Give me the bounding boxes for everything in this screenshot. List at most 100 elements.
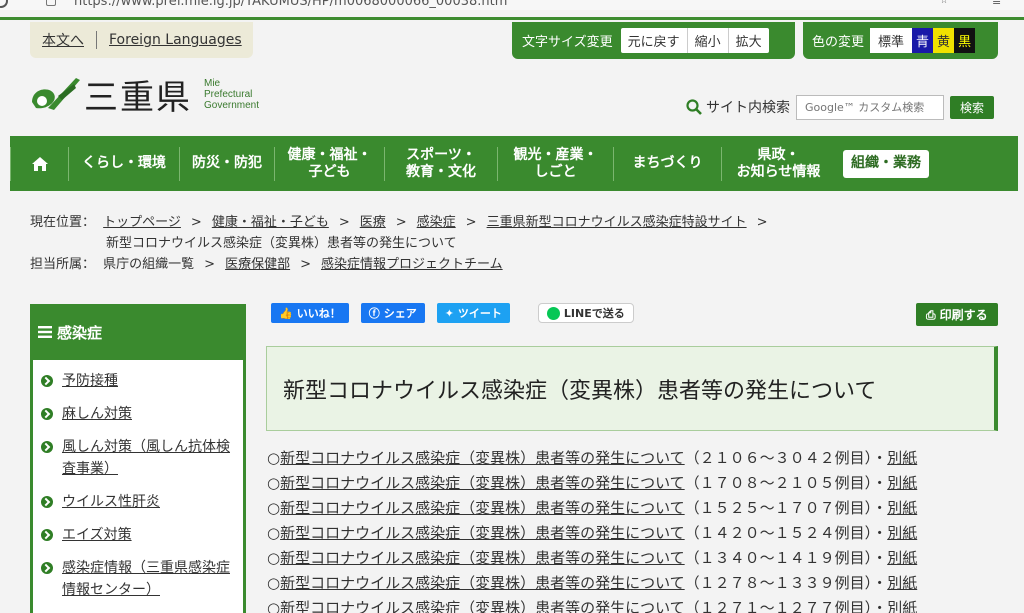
nav-home[interactable]: [10, 146, 68, 181]
case-range: （１４２０～１５２４例目）: [684, 524, 873, 542]
nav-item-govt[interactable]: 県政・ お知らせ情報: [721, 146, 835, 181]
nav-item-town[interactable]: まちづくり: [613, 146, 721, 181]
separator: ・: [872, 574, 888, 592]
list-bullet: ○: [267, 449, 281, 467]
breadcrumb-link[interactable]: 健康・福祉・子ども: [212, 215, 329, 230]
page-title-box: 新型コロナウイルス感染症（変異株）患者等の発生について: [266, 346, 998, 431]
line-label: LINEで送る: [563, 307, 625, 320]
foreign-languages-link[interactable]: Foreign Languages: [109, 32, 242, 48]
nav-item-tourism[interactable]: 観光・産業・ しごと: [497, 146, 613, 181]
sidebar-link[interactable]: 予防接種: [62, 370, 118, 392]
report-link[interactable]: 新型コロナウイルス感染症（変異株）患者等の発生について: [280, 524, 685, 542]
report-link[interactable]: 新型コロナウイルス感染症（変異株）患者等の発生について: [280, 549, 685, 567]
attachment-link[interactable]: 別紙: [887, 524, 917, 542]
font-size-smaller-button[interactable]: 縮小: [686, 28, 728, 53]
sidebar-link[interactable]: 感染症情報（三重県感染症情報センター）: [62, 557, 235, 601]
tweet-button[interactable]: ✦ ツイート: [436, 303, 510, 323]
page-info-icon[interactable]: [46, 0, 56, 6]
list-bullet: ○: [267, 499, 281, 517]
sidebar-item[interactable]: 予防接種: [41, 370, 235, 392]
sidebar-title: 感染症: [57, 323, 103, 342]
sidebar-item[interactable]: 感染症情報（三重県感染症情報センター）: [41, 557, 235, 601]
site-logo[interactable]: 三重県 Mie Prefectural Government: [28, 72, 259, 118]
skip-to-content-link[interactable]: 本文へ: [42, 30, 84, 50]
breadcrumb: 現在位置： トップページ > 健康・福祉・子ども > 医療 > 感染症 > 三重県新型コロナウイ…: [30, 212, 990, 275]
arrow-circle-icon: [41, 562, 53, 574]
sidebar-item[interactable]: 風しん対策（風しん抗体検査事業）: [41, 436, 235, 480]
search-input[interactable]: [796, 94, 944, 120]
facebook-like-button[interactable]: 👍 いいね！: [271, 303, 349, 323]
breadcrumb-link[interactable]: トップページ: [103, 215, 181, 230]
address-bar[interactable]: https://www.pref.mie.lg.jp/YAKUMUS/HP/m0…: [74, 0, 507, 9]
breadcrumb-link[interactable]: 三重県新型コロナウイルス感染症特設サイト: [487, 215, 747, 230]
breadcrumb-label: 現在位置：: [30, 215, 96, 230]
page-title: 新型コロナウイルス感染症（変異株）患者等の発生について: [283, 378, 877, 404]
attachment-link[interactable]: 別紙: [887, 474, 917, 492]
facebook-icon: ⓕ: [368, 307, 380, 320]
font-size-reset-button[interactable]: 元に戻す: [621, 28, 687, 53]
prefecture-name: 三重県: [84, 77, 192, 118]
list-item: ○新型コロナウイルス感染症（変異株）患者等の発生について（１５２５～１７０７例目…: [267, 496, 1007, 521]
facebook-share-button[interactable]: ⓕ シェア: [360, 303, 425, 323]
nav-item-disaster[interactable]: 防災・防犯: [179, 146, 274, 181]
department-link[interactable]: 医療保健部: [225, 257, 290, 272]
report-link[interactable]: 新型コロナウイルス感染症（変異株）患者等の発生について: [280, 574, 685, 592]
sidebar-item[interactable]: 麻しん対策: [41, 403, 235, 425]
list-bullet: ○: [267, 524, 281, 542]
breadcrumb-separator: >: [338, 215, 350, 230]
breadcrumb-link[interactable]: 医療: [360, 215, 386, 230]
line-share-button[interactable]: LINEで送る: [537, 303, 634, 323]
color-label: 色の変更: [812, 35, 865, 50]
separator: ・: [872, 549, 888, 567]
list-item: ○新型コロナウイルス感染症（変異株）患者等の発生について（２１０６～３０４２例目…: [267, 446, 1007, 471]
sidebar-link[interactable]: ウイルス性肝炎: [62, 491, 160, 513]
reload-icon[interactable]: [0, 0, 8, 8]
report-link[interactable]: 新型コロナウイルス感染症（変異株）患者等の発生について: [280, 499, 685, 517]
report-link[interactable]: 新型コロナウイルス感染症（変異株）患者等の発生について: [280, 599, 685, 613]
arrow-circle-icon: [41, 408, 53, 420]
favorites-icon[interactable]: ☆: [940, 0, 952, 6]
list-bullet: ○: [267, 474, 281, 492]
case-range: （１７０８～２１０５例目）: [684, 474, 873, 492]
report-link[interactable]: 新型コロナウイルス感染症（変異株）患者等の発生について: [280, 474, 685, 492]
case-range: （２１０６～３０４２例目）: [684, 449, 873, 467]
list-bullet: ○: [267, 574, 281, 592]
attachment-link[interactable]: 別紙: [887, 574, 917, 592]
menu-icon: [38, 326, 52, 338]
collections-icon[interactable]: ≡: [992, 0, 1004, 8]
nav-item-sports[interactable]: スポーツ・ 教育・文化: [384, 146, 497, 181]
breadcrumb-separator: >: [190, 215, 202, 230]
attachment-link[interactable]: 別紙: [887, 599, 917, 613]
divider: [96, 31, 97, 49]
nav-item-health[interactable]: 健康・福祉・ 子ども: [274, 146, 384, 181]
department-link[interactable]: 感染症情報プロジェクトチーム: [321, 257, 503, 272]
print-button[interactable]: ⎙ 印刷する: [916, 303, 998, 326]
report-link[interactable]: 新型コロナウイルス感染症（変異株）患者等の発生について: [280, 449, 685, 467]
attachment-link[interactable]: 別紙: [887, 549, 917, 567]
separator: ・: [872, 524, 888, 542]
sidebar-link[interactable]: エイズ対策: [62, 524, 132, 546]
logo-english-text: Mie Prefectural Government: [204, 78, 259, 111]
breadcrumb-separator: >: [395, 215, 407, 230]
color-standard-button[interactable]: 標準: [870, 28, 913, 53]
separator: ・: [872, 599, 888, 613]
nav-item-living[interactable]: くらし・環境: [68, 146, 179, 181]
font-size-larger-button[interactable]: 拡大: [727, 28, 769, 53]
sidebar-link[interactable]: 風しん対策（風しん抗体検査事業）: [62, 436, 235, 480]
search-button[interactable]: 検索: [950, 95, 995, 119]
sidebar-item[interactable]: エイズ対策: [41, 524, 235, 546]
color-blue-button[interactable]: 青: [912, 28, 934, 53]
font-size-label: 文字サイズ変更: [522, 35, 613, 50]
case-range: （１３４０～１４１９例目）: [684, 549, 873, 567]
color-yellow-button[interactable]: 黄: [933, 28, 955, 53]
site-search: サイト内検索 検索: [686, 94, 995, 120]
attachment-link[interactable]: 別紙: [887, 499, 917, 517]
separator: ・: [872, 449, 888, 467]
color-black-button[interactable]: 黒: [954, 28, 976, 53]
breadcrumb-link[interactable]: 感染症: [417, 215, 456, 230]
sidebar-item[interactable]: ウイルス性肝炎: [41, 491, 235, 513]
attachment-link[interactable]: 別紙: [887, 449, 917, 467]
nav-item-organization[interactable]: 組織・業務: [843, 149, 929, 178]
share-label: シェア: [383, 307, 417, 320]
sidebar-link[interactable]: 麻しん対策: [62, 403, 132, 425]
